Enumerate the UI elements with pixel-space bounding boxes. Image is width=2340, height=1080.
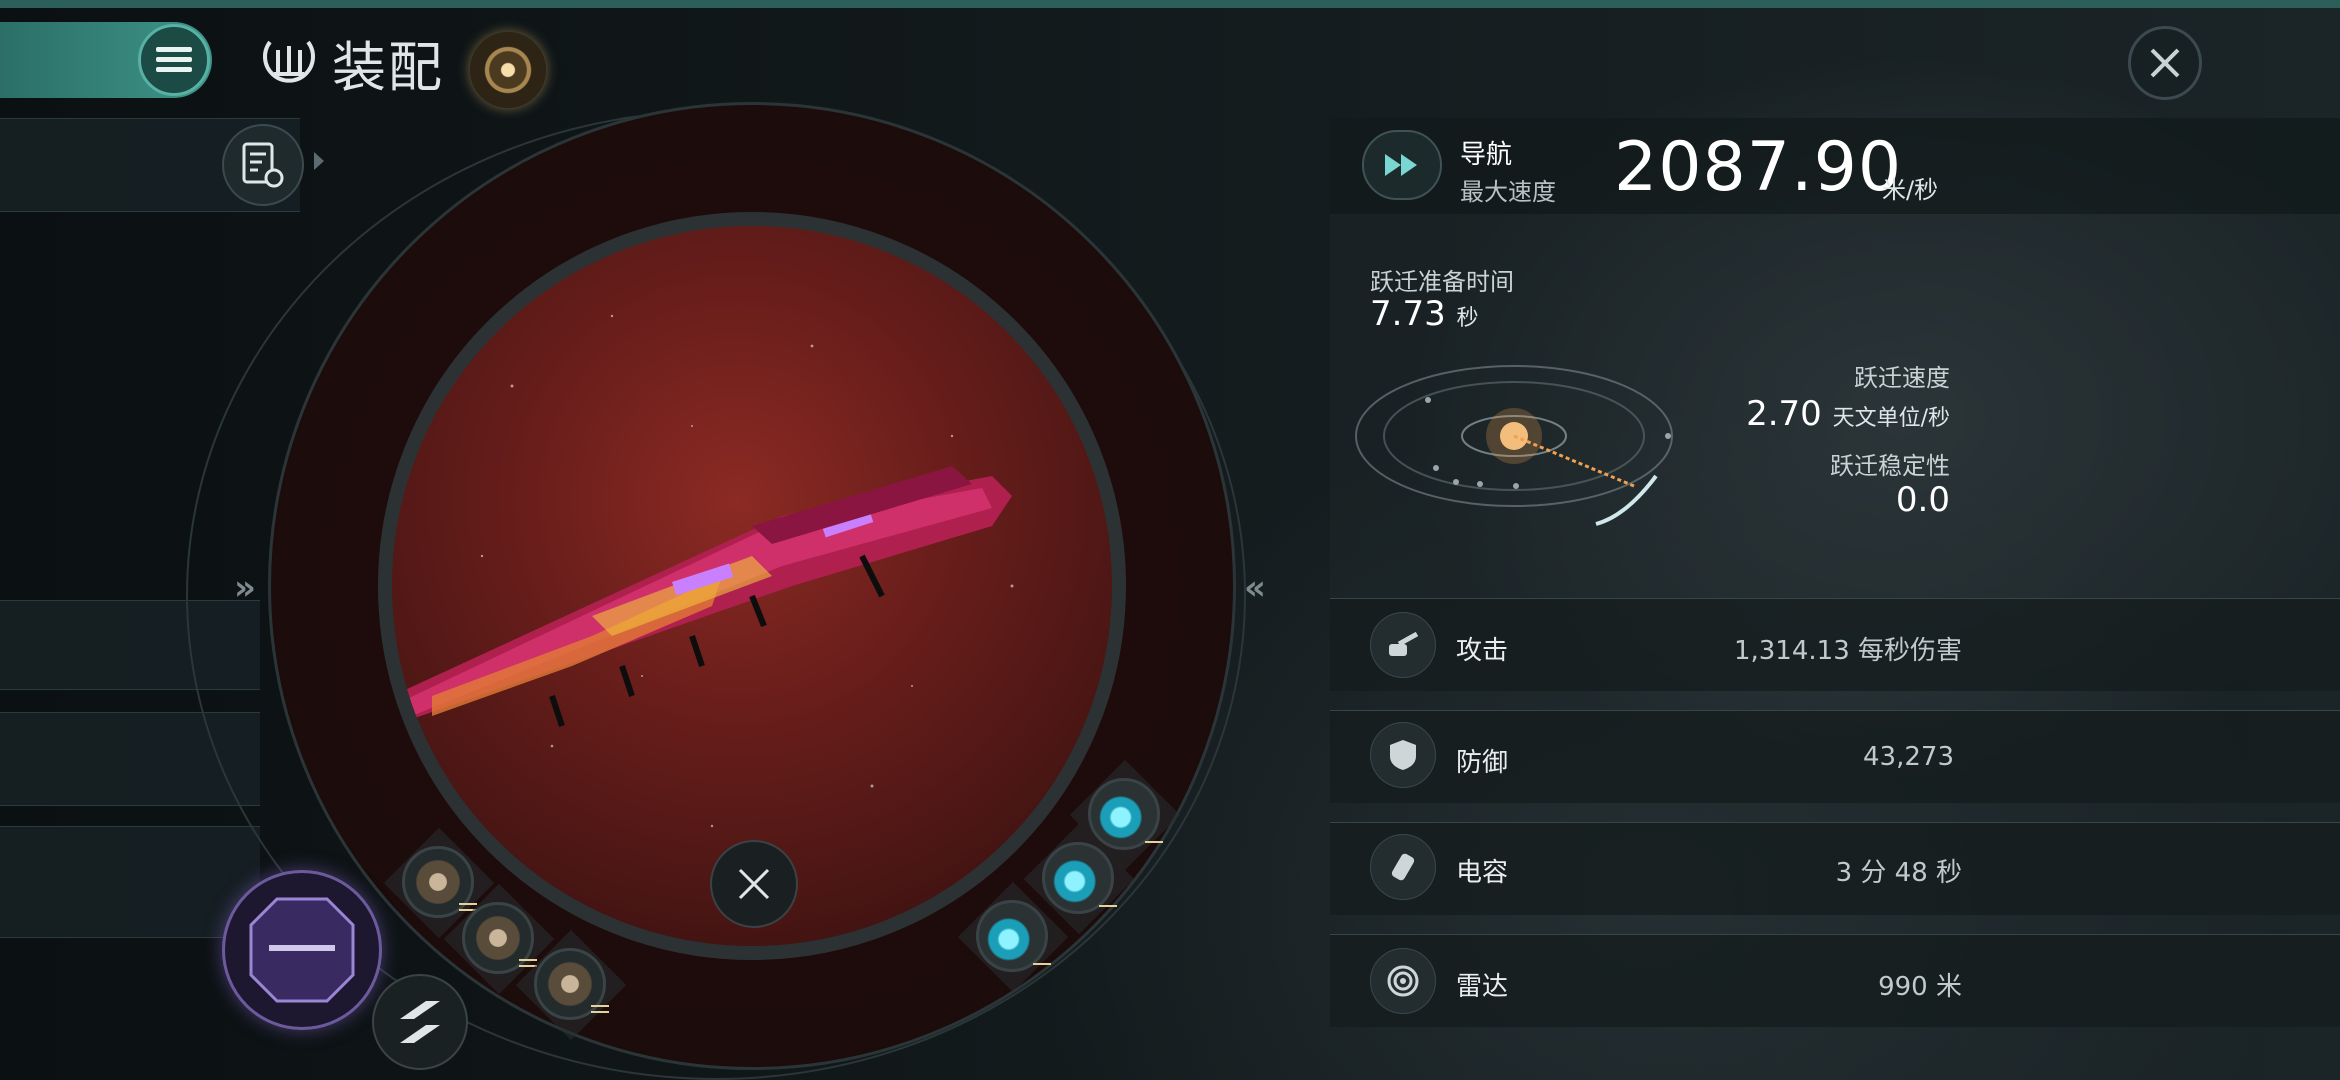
fitting-settings-button[interactable] <box>222 124 304 206</box>
expand-left-chevron[interactable]: » <box>234 568 256 608</box>
max-speed-unit: 米/秒 <box>1882 176 1939 204</box>
slot-indicator <box>591 1011 609 1013</box>
top-accent-line <box>0 0 2340 8</box>
left-rail <box>0 826 260 938</box>
turret-module-slot[interactable] <box>534 948 609 1020</box>
ship-model <box>392 314 1014 828</box>
warp-speed-value-group: 2.70 天文单位/秒 <box>1640 394 1950 434</box>
capacitor-icon <box>1370 834 1436 900</box>
fitting-settings-icon <box>242 142 284 188</box>
stat-value-radar: 990 米 <box>1878 972 1962 1002</box>
slot-indicator <box>591 1005 609 1007</box>
turret-module-slot[interactable] <box>402 846 477 918</box>
warp-speed-unit: 天文单位/秒 <box>1832 406 1950 431</box>
shield-icon <box>1370 722 1436 788</box>
stat-label-attack: 攻击 <box>1456 636 1509 666</box>
menu-button[interactable] <box>138 24 210 96</box>
cyan-module-slot[interactable] <box>976 900 1051 972</box>
fitting-emblem-icon <box>263 40 315 83</box>
viewer-close-button[interactable] <box>710 840 798 928</box>
slot-indicator <box>519 959 537 961</box>
turret-module-slot[interactable] <box>462 902 537 974</box>
warp-prep-label: 跃迁准备时间 <box>1370 268 1514 296</box>
expand-right-chevron[interactable]: « <box>1244 568 1266 608</box>
ship-status-button[interactable] <box>470 32 546 108</box>
ship-thumbnail-icon <box>249 897 355 1003</box>
slot-indicator <box>1033 963 1051 965</box>
warp-speed-value: 2.70 <box>1746 394 1822 434</box>
close-icon <box>738 868 770 900</box>
stat-value-attack: 1,314.13 每秒伤害 <box>1733 636 1962 666</box>
swap-icon <box>400 1001 440 1043</box>
close-button[interactable] <box>2128 26 2202 100</box>
swap-ship-button[interactable] <box>372 974 468 1070</box>
warp-speed-label: 跃迁速度 <box>1854 364 1950 392</box>
stat-value-capacitor: 3 分 48 秒 <box>1835 858 1962 888</box>
warp-stability-value: 0.0 <box>1895 480 1950 520</box>
navigation-button[interactable] <box>1362 130 1442 200</box>
stat-label-capacitor: 电容 <box>1456 858 1509 888</box>
page-title-group: 装配 <box>258 22 444 102</box>
expand-arrow-icon <box>314 152 324 170</box>
turret-icon <box>1370 612 1436 678</box>
warp-prep-value-group: 7.73 秒 <box>1370 294 1479 334</box>
navigation-label: 导航 <box>1460 140 1513 170</box>
ship-selector-card[interactable] <box>222 870 382 1030</box>
hamburger-menu-icon <box>156 47 192 72</box>
slot-indicator <box>459 903 477 905</box>
warp-prep-unit: 秒 <box>1456 306 1479 331</box>
warp-stability-label: 跃迁稳定性 <box>1830 452 1950 480</box>
slot-indicator <box>1145 841 1163 843</box>
fast-forward-icon <box>1385 154 1417 176</box>
slot-indicator <box>1099 905 1117 907</box>
page-title: 装配 <box>332 35 444 99</box>
max-speed-value: 2087.90 <box>1614 128 1903 207</box>
cyan-module-slot[interactable] <box>1042 842 1117 914</box>
max-speed-label: 最大速度 <box>1460 178 1556 206</box>
radar-icon <box>1370 948 1436 1014</box>
warp-prep-value: 7.73 <box>1370 294 1446 334</box>
stat-value-defense: 43,273 <box>1863 742 1954 772</box>
stat-label-defense: 防御 <box>1456 748 1509 778</box>
close-icon <box>2150 48 2180 78</box>
stat-label-radar: 雷达 <box>1456 972 1509 1002</box>
cyan-module-slot[interactable] <box>1088 778 1163 850</box>
